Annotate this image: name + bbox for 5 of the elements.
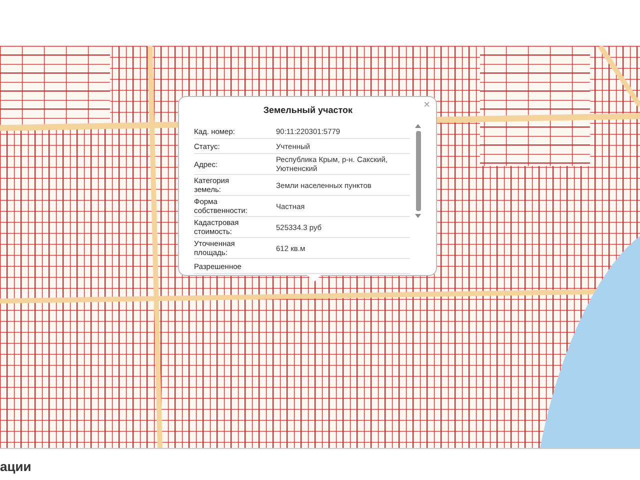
- popup-title: Земельный участок: [262, 105, 354, 115]
- section-heading: ации: [0, 459, 32, 474]
- scroll-up-icon[interactable]: [415, 124, 422, 128]
- scroll-down-icon[interactable]: [415, 214, 422, 218]
- close-button[interactable]: ×: [422, 99, 432, 111]
